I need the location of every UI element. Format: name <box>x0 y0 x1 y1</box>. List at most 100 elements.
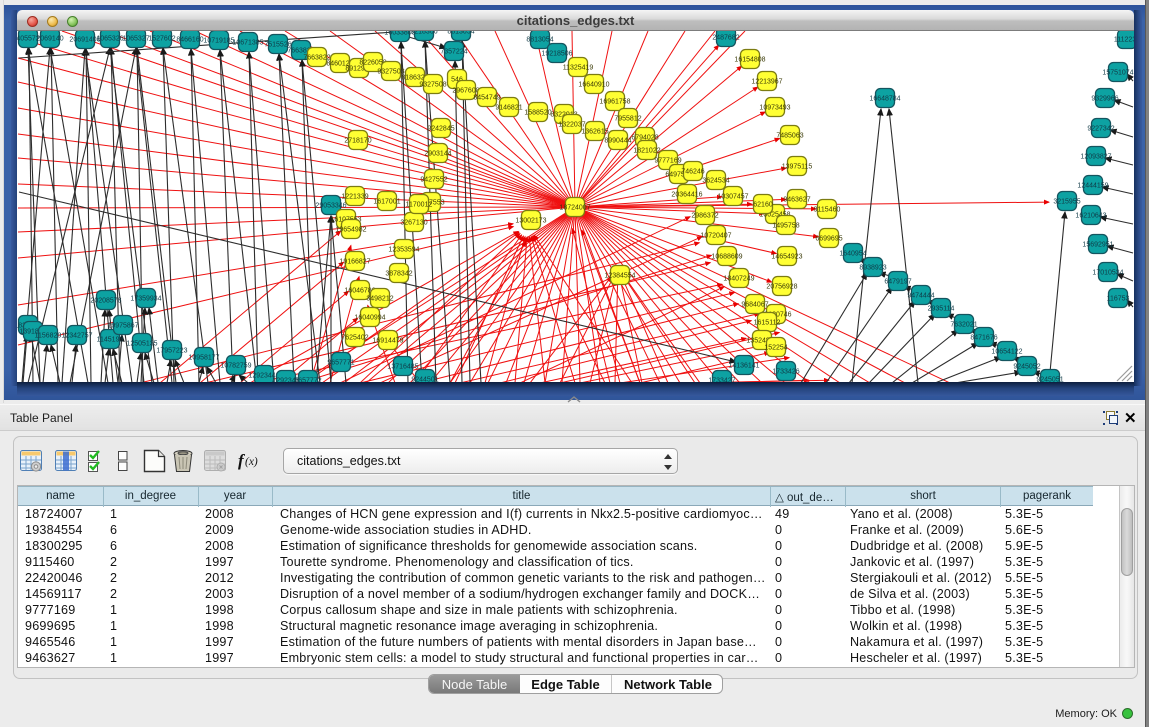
svg-text:1362615: 1362615 <box>581 129 608 136</box>
svg-text:19166827: 19166827 <box>339 259 370 266</box>
svg-text:17359934: 17359934 <box>130 296 161 303</box>
svg-text:12213967: 12213967 <box>751 79 782 86</box>
svg-text:2718170: 2718170 <box>344 138 371 145</box>
svg-text:10782759: 10782759 <box>220 363 251 370</box>
svg-text:7357224: 7357224 <box>440 49 467 56</box>
svg-text:8454749: 8454749 <box>473 95 500 102</box>
svg-text:13002173: 13002173 <box>515 218 546 225</box>
svg-text:16040994: 16040994 <box>354 315 385 322</box>
svg-text:1640954: 1640954 <box>839 251 866 258</box>
svg-text:17010534: 17010534 <box>1092 270 1123 277</box>
svg-text:2986372: 2986372 <box>691 213 718 220</box>
svg-text:1221339: 1221339 <box>341 194 368 201</box>
svg-text:9684067: 9684067 <box>741 302 768 309</box>
svg-text:9474444: 9474444 <box>907 293 934 300</box>
svg-text:8938923: 8938923 <box>859 265 886 272</box>
svg-text:9329966: 9329966 <box>1091 96 1118 103</box>
svg-text:(x): (x) <box>245 456 258 468</box>
svg-text:62160: 62160 <box>753 202 773 209</box>
svg-text:16648784: 16648784 <box>869 96 900 103</box>
svg-text:13716485: 13716485 <box>387 364 418 371</box>
svg-text:12384554: 12384554 <box>604 273 635 280</box>
svg-text:13975115: 13975115 <box>782 164 813 171</box>
svg-text:14654923: 14654923 <box>771 254 802 261</box>
svg-text:116753: 116753 <box>1107 296 1130 303</box>
svg-text:7632021: 7632021 <box>950 322 977 329</box>
svg-text:1156829: 1156829 <box>35 333 62 340</box>
svg-text:12093827: 12093827 <box>1080 154 1111 161</box>
svg-text:1112233: 1112233 <box>1114 37 1134 44</box>
svg-text:10973493: 10973493 <box>759 105 790 112</box>
svg-text:1065326: 1065326 <box>96 36 123 43</box>
svg-text:9115460: 9115460 <box>814 207 841 214</box>
svg-text:2069140: 2069140 <box>36 36 63 43</box>
svg-text:6699695: 6699695 <box>815 236 842 243</box>
svg-text:3498212: 3498212 <box>366 296 393 303</box>
svg-text:8466160: 8466160 <box>176 37 203 44</box>
svg-text:9463627: 9463627 <box>783 197 810 204</box>
svg-text:16640910: 16640910 <box>578 82 609 89</box>
svg-text:10654122: 10654122 <box>991 349 1022 356</box>
svg-text:8990444: 8990444 <box>604 138 631 145</box>
svg-text:29053346: 29053346 <box>315 203 346 210</box>
svg-text:2903144: 2903144 <box>424 151 451 158</box>
svg-text:9146821: 9146821 <box>495 105 522 112</box>
svg-text:19218506: 19218506 <box>541 51 572 58</box>
svg-text:10671385: 10671385 <box>232 40 263 47</box>
svg-text:7625402: 7625402 <box>341 335 368 342</box>
svg-text:10720407: 10720407 <box>700 233 731 240</box>
svg-text:20208578: 20208578 <box>90 298 121 305</box>
svg-text:8813054: 8813054 <box>526 37 553 44</box>
svg-text:1145193: 1145193 <box>97 337 124 344</box>
svg-text:1821022: 1821022 <box>633 148 660 155</box>
svg-text:12353594: 12353594 <box>388 247 419 254</box>
svg-text:1617001: 1617001 <box>373 199 400 206</box>
svg-text:1615112: 1615112 <box>754 320 781 327</box>
svg-text:15692951: 15692951 <box>1082 242 1113 249</box>
svg-text:152254: 152254 <box>764 345 787 352</box>
svg-text:1322037: 1322037 <box>558 122 585 129</box>
svg-text:14136141: 14136141 <box>728 363 759 370</box>
svg-text:1495758: 1495758 <box>772 223 799 230</box>
svg-text:9327508: 9327508 <box>419 82 446 89</box>
svg-text:16914479: 16914479 <box>372 338 403 345</box>
svg-text:7955812: 7955812 <box>614 116 641 123</box>
svg-text:10307457: 10307457 <box>717 194 748 201</box>
svg-text:1588520: 1588520 <box>524 110 551 117</box>
svg-text:18407249: 18407249 <box>723 276 754 283</box>
svg-text:2967608: 2967608 <box>452 88 479 95</box>
svg-text:10688609: 10688609 <box>711 254 742 261</box>
svg-text:9427552: 9427552 <box>420 177 447 184</box>
svg-text:11325419: 11325419 <box>563 65 594 72</box>
svg-text:3215955: 3215955 <box>1053 199 1080 206</box>
svg-text:9227342: 9227342 <box>1087 126 1114 133</box>
svg-text:1733426: 1733426 <box>772 369 799 376</box>
svg-text:16210643: 16210643 <box>1075 213 1106 220</box>
svg-text:9777169: 9777169 <box>654 158 681 165</box>
svg-text:2935114: 2935114 <box>928 306 955 313</box>
svg-text:2487682: 2487682 <box>712 35 739 42</box>
svg-text:12444159: 12444159 <box>1077 183 1108 190</box>
svg-text:9657772: 9657772 <box>294 378 321 383</box>
svg-text:16154808: 16154808 <box>734 57 765 64</box>
svg-text:9218306: 9218306 <box>410 31 437 36</box>
svg-text:1527602: 1527602 <box>148 36 175 43</box>
svg-text:8471676: 8471676 <box>970 335 997 342</box>
svg-text:1065327: 1065327 <box>122 36 149 43</box>
svg-text:1170012: 1170012 <box>406 202 433 209</box>
svg-text:6479197: 6479197 <box>884 279 911 286</box>
svg-text:9245052: 9245052 <box>1013 364 1040 371</box>
svg-text:12342757: 12342757 <box>61 333 92 340</box>
svg-text:20364416: 20364416 <box>671 192 702 199</box>
svg-text:1733427: 1733427 <box>708 378 735 383</box>
svg-text:9244501: 9244501 <box>411 377 438 383</box>
svg-text:16961758: 16961758 <box>599 99 630 106</box>
svg-text:3267130: 3267130 <box>400 220 427 227</box>
svg-text:20756928: 20756928 <box>766 284 797 291</box>
svg-text:15751074: 15751074 <box>1102 70 1133 77</box>
svg-text:17957223: 17957223 <box>156 348 187 355</box>
svg-text:9657771: 9657771 <box>327 360 354 367</box>
svg-text:3878342: 3878342 <box>385 271 412 278</box>
svg-text:746246: 746246 <box>681 169 704 176</box>
svg-text:8813054: 8813054 <box>447 31 474 36</box>
